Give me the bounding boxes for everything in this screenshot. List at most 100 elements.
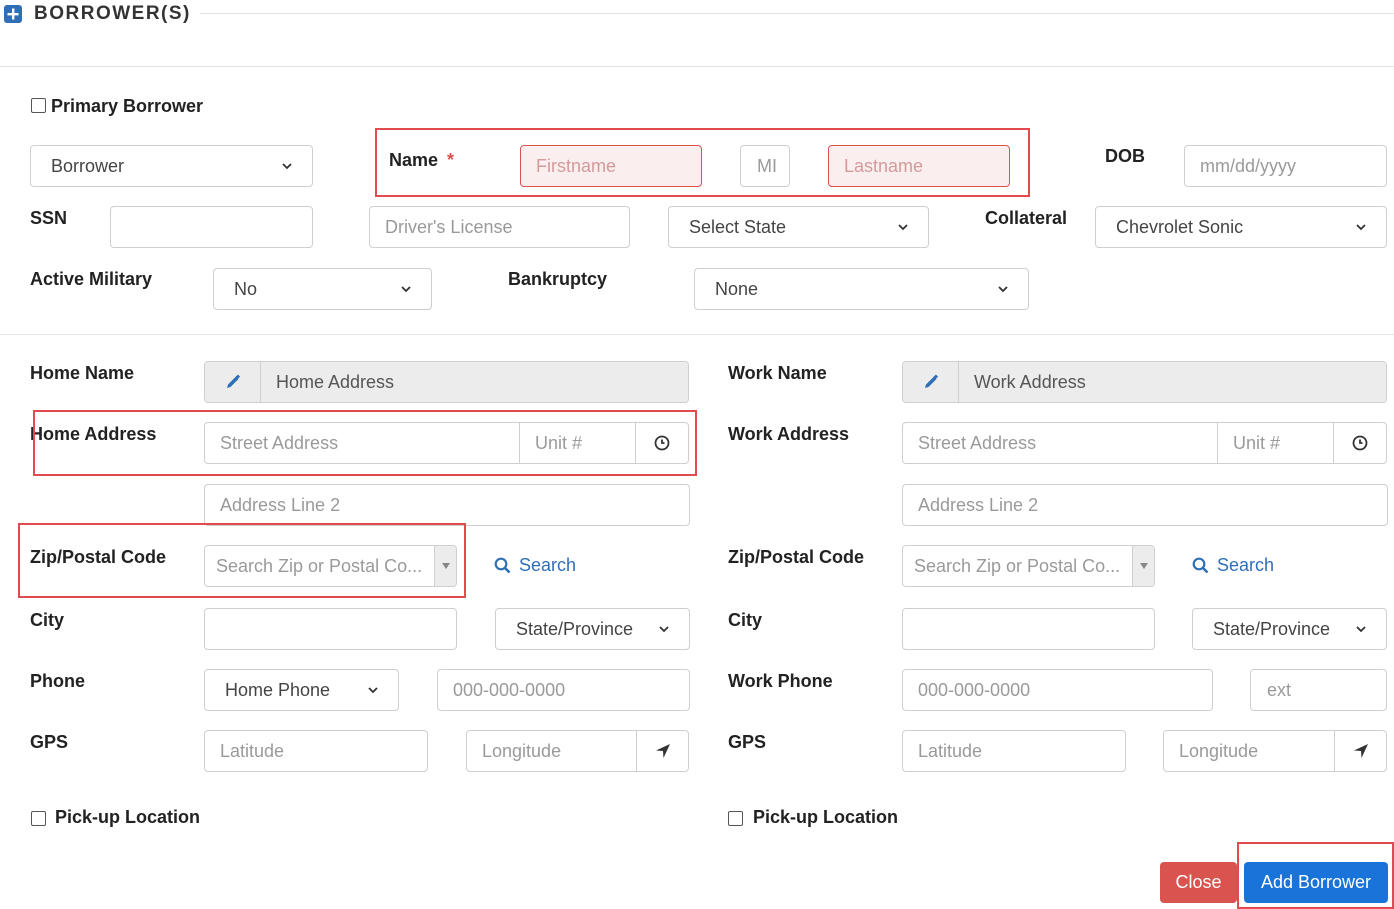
chevron-down-icon xyxy=(659,626,669,633)
work-name-input[interactable]: Work Address xyxy=(958,362,1386,402)
required-asterisk: * xyxy=(447,150,455,170)
pencil-icon xyxy=(924,374,938,388)
plus-square-icon[interactable] xyxy=(4,5,22,23)
home-pickup-checkbox[interactable] xyxy=(31,811,46,826)
home-address-group: Street Address Unit # xyxy=(204,422,689,464)
active-military-select[interactable]: No xyxy=(213,268,432,310)
work-address-history-button[interactable] xyxy=(1333,423,1386,463)
home-zip-combobox[interactable]: Search Zip or Postal Co... xyxy=(204,545,457,587)
work-name-label: Work Name xyxy=(728,363,827,383)
section-title: BORROWER(S) xyxy=(34,3,191,24)
primary-borrower-label: Primary Borrower xyxy=(51,96,204,116)
home-name-edit-button[interactable] xyxy=(205,362,260,402)
home-state-select[interactable]: State/Province xyxy=(495,608,690,650)
dob-input[interactable]: mm/dd/yyyy xyxy=(1184,145,1387,187)
home-unit-input[interactable]: Unit # xyxy=(519,423,635,463)
work-zip-label: Zip/Postal Code xyxy=(728,547,865,567)
dl-state-select[interactable]: Select State xyxy=(668,206,929,248)
home-name-input[interactable]: Home Address xyxy=(260,362,688,402)
home-city-label: City xyxy=(30,610,65,630)
chevron-down-icon xyxy=(998,286,1008,293)
work-unit-input[interactable]: Unit # xyxy=(1217,423,1333,463)
home-name-label: Home Name xyxy=(30,363,135,383)
work-latitude-input[interactable]: Latitude xyxy=(902,730,1126,772)
home-longitude-input[interactable]: Longitude xyxy=(467,731,636,771)
pencil-icon xyxy=(226,374,240,388)
borrower-type-select[interactable]: Borrower xyxy=(30,145,313,187)
home-address-line2-input[interactable]: Address Line 2 xyxy=(204,484,690,526)
work-zip-dropdown-button[interactable] xyxy=(1132,546,1154,586)
section-header: BORROWER(S) xyxy=(4,2,191,26)
search-icon xyxy=(1192,557,1209,574)
home-latitude-input[interactable]: Latitude xyxy=(204,730,428,772)
chevron-down-icon xyxy=(1356,224,1366,231)
location-arrow-icon xyxy=(1353,744,1368,758)
home-pickup-label: Pick-up Location xyxy=(55,807,201,827)
chevron-down-icon xyxy=(282,163,292,170)
bankruptcy-select[interactable]: None xyxy=(694,268,1029,310)
ssn-input[interactable] xyxy=(110,206,313,248)
home-address-label: Home Address xyxy=(30,424,157,444)
work-pickup-label: Pick-up Location xyxy=(753,807,899,827)
work-address-line2-input[interactable]: Address Line 2 xyxy=(902,484,1388,526)
chevron-down-icon xyxy=(401,286,411,293)
home-street-input[interactable]: Street Address xyxy=(205,423,519,463)
work-phone-label: Work Phone xyxy=(728,671,833,691)
chevron-down-icon xyxy=(368,687,378,694)
work-name-group: Work Address xyxy=(902,361,1387,403)
drivers-license-input[interactable]: Driver's License xyxy=(369,206,630,248)
home-locate-button[interactable] xyxy=(636,731,688,771)
close-button[interactable]: Close xyxy=(1160,862,1237,903)
home-name-group: Home Address xyxy=(204,361,689,403)
chevron-down-icon xyxy=(1356,626,1366,633)
location-arrow-icon xyxy=(655,744,670,758)
work-zip-combobox[interactable]: Search Zip or Postal Co... xyxy=(902,545,1155,587)
header-rule xyxy=(200,13,1394,14)
work-zip-input[interactable]: Search Zip or Postal Co... xyxy=(903,546,1132,586)
clock-icon xyxy=(654,435,670,451)
home-phone-type-select[interactable]: Home Phone xyxy=(204,669,399,711)
primary-borrower-checkbox[interactable] xyxy=(31,98,46,113)
middle-initial-input[interactable]: MI xyxy=(740,145,790,187)
active-military-label: Active Military xyxy=(30,269,153,289)
home-zip-dropdown-button[interactable] xyxy=(434,546,456,586)
work-ext-input[interactable]: ext xyxy=(1250,669,1387,711)
home-longitude-group: Longitude xyxy=(466,730,689,772)
work-state-select[interactable]: State/Province xyxy=(1192,608,1387,650)
work-longitude-input[interactable]: Longitude xyxy=(1164,731,1334,771)
divider xyxy=(0,66,1394,67)
work-address-group: Street Address Unit # xyxy=(902,422,1387,464)
divider xyxy=(0,334,1394,335)
bankruptcy-label: Bankruptcy xyxy=(508,269,608,289)
collateral-select[interactable]: Chevrolet Sonic xyxy=(1095,206,1387,248)
ssn-label: SSN xyxy=(30,208,68,228)
home-city-input[interactable] xyxy=(204,608,457,650)
work-locate-button[interactable] xyxy=(1334,731,1386,771)
home-zip-label: Zip/Postal Code xyxy=(30,547,167,567)
caret-down-icon xyxy=(1139,563,1148,569)
search-icon xyxy=(494,557,511,574)
caret-down-icon xyxy=(441,563,450,569)
work-name-edit-button[interactable] xyxy=(903,362,958,402)
home-phone-input[interactable]: 000-000-0000 xyxy=(437,669,690,711)
work-phone-input[interactable]: 000-000-0000 xyxy=(902,669,1213,711)
work-pickup-checkbox[interactable] xyxy=(728,811,743,826)
home-address-history-button[interactable] xyxy=(635,423,688,463)
work-gps-label: GPS xyxy=(728,732,767,752)
home-zip-input[interactable]: Search Zip or Postal Co... xyxy=(205,546,434,586)
home-search-link[interactable]: Search xyxy=(494,555,576,576)
work-search-link[interactable]: Search xyxy=(1192,555,1274,576)
dob-label: DOB xyxy=(1105,146,1145,166)
firstname-input[interactable]: Firstname xyxy=(520,145,702,187)
clock-icon xyxy=(1352,435,1368,451)
work-longitude-group: Longitude xyxy=(1163,730,1387,772)
home-gps-label: GPS xyxy=(30,732,69,752)
work-city-input[interactable] xyxy=(902,608,1155,650)
work-city-label: City xyxy=(728,610,763,630)
lastname-input[interactable]: Lastname xyxy=(828,145,1010,187)
collateral-label: Collateral xyxy=(985,208,1068,228)
add-borrower-button[interactable]: Add Borrower xyxy=(1244,862,1388,903)
work-street-input[interactable]: Street Address xyxy=(903,423,1217,463)
name-label: Name * xyxy=(389,150,455,170)
chevron-down-icon xyxy=(898,224,908,231)
